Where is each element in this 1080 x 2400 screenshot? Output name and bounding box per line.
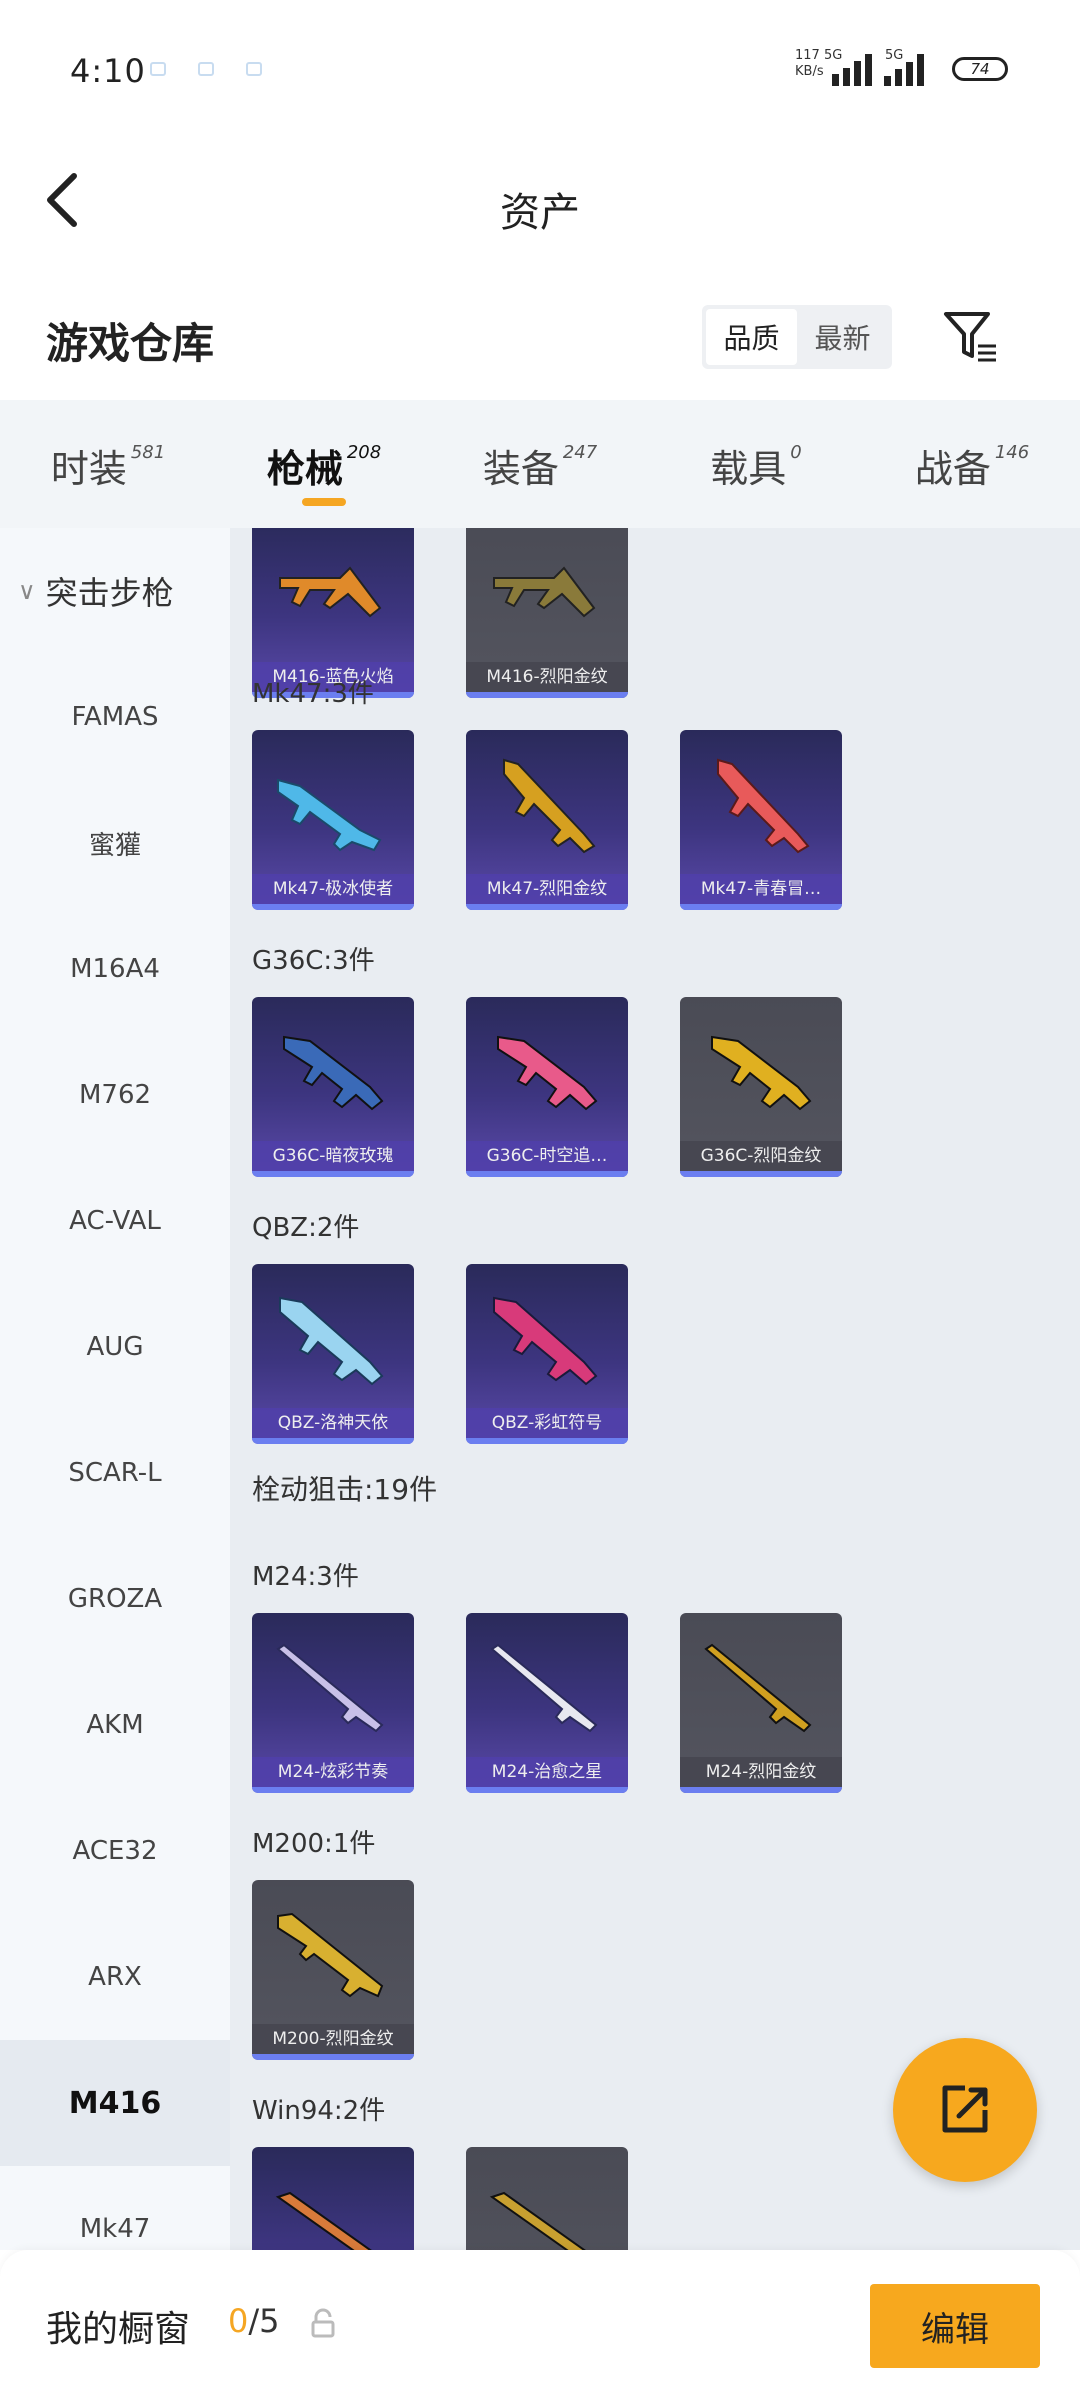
skin-card[interactable]: G36C-烈阳金纹 <box>680 997 842 1177</box>
showcase-label: 我的橱窗 <box>46 2309 191 2350</box>
group-label: M200:1件 <box>252 1829 376 1859</box>
sort-toggle: 品质 最新 <box>702 305 892 369</box>
rifle-icon <box>497 1035 598 1111</box>
notification-icon <box>150 62 166 76</box>
skin-card[interactable]: Mk47-青春冒… <box>680 730 842 910</box>
tab-vehicles[interactable]: 载具 0 <box>648 400 864 528</box>
app-header: 资产 <box>0 140 1080 260</box>
rifle-icon <box>711 1035 812 1111</box>
rifle-icon <box>493 1296 598 1386</box>
skin-card[interactable]: Mk47-烈阳金纹 <box>466 730 628 910</box>
sidebar-item[interactable]: M762 <box>0 1032 230 1158</box>
notification-icon <box>246 62 262 76</box>
share-button[interactable] <box>893 2038 1037 2182</box>
skin-card[interactable]: QBZ-彩虹符号 <box>466 1264 628 1444</box>
notification-icon <box>198 62 214 76</box>
skin-card[interactable]: M24-烈阳金纹 <box>680 1613 842 1793</box>
sidebar-item[interactable]: AC-VAL <box>0 1158 230 1284</box>
group-label: Mk47:3件 <box>252 679 374 709</box>
sidebar-item[interactable]: AKM <box>0 1662 230 1788</box>
sidebar-item[interactable]: ARX <box>0 1914 230 2040</box>
sidebar-item-active[interactable]: M416 <box>0 2040 230 2166</box>
showcase-bar: 我的橱窗 0/5 编辑 <box>0 2250 1080 2400</box>
sort-option-quality[interactable]: 品质 <box>706 309 797 365</box>
tab-supplies[interactable]: 战备 146 <box>864 400 1080 528</box>
sniper-rifle-icon <box>277 1912 384 1998</box>
filter-button[interactable] <box>940 308 1000 368</box>
rifle-icon <box>279 566 382 618</box>
sniper-rifle-icon <box>490 1643 598 1733</box>
rifle-icon <box>717 758 810 854</box>
weapon-type-sidebar: ∨ 突击步枪 FAMAS 蜜獾 M16A4 M762 AC-VAL AUG SC… <box>0 528 230 2250</box>
skin-card[interactable]: G36C-暗夜玫瑰 <box>252 997 414 1177</box>
tab-fashion[interactable]: 时装 581 <box>0 400 216 528</box>
share-export-icon <box>942 2085 988 2133</box>
rifle-icon <box>489 2191 586 2250</box>
category-tabs: 时装 581 枪械 208 装备 247 载具 0 战备 146 <box>0 400 1080 528</box>
sidebar-item[interactable]: 蜜獾 <box>0 780 230 906</box>
chevron-down-icon: ∨ <box>18 577 36 605</box>
group-label: M24:3件 <box>252 1562 359 1592</box>
sidebar-item[interactable]: GROZA <box>0 1536 230 1662</box>
skin-grid: M416-蓝色火焰 M416-烈阳金纹 Mk47:3件 Mk47-极冰使者 Mk… <box>230 528 1080 2250</box>
rifle-icon <box>279 1296 384 1386</box>
status-bar: 4:10 117 5G KB/s 5G 74 <box>0 0 1080 140</box>
filter-icon <box>944 312 996 362</box>
signal-icon <box>832 52 872 86</box>
group-label: QBZ:2件 <box>252 1213 360 1243</box>
skin-card[interactable]: M200-烈阳金纹 <box>252 1880 414 2060</box>
skin-card[interactable]: G36C-时空追… <box>466 997 628 1177</box>
skin-card[interactable]: QBZ-洛神天依 <box>252 1264 414 1444</box>
rifle-icon <box>503 758 596 854</box>
status-time: 4:10 <box>70 52 146 90</box>
tab-active-indicator <box>302 498 346 506</box>
rifle-icon <box>283 1035 384 1111</box>
sidebar-item[interactable]: ACE32 <box>0 1788 230 1914</box>
rifle-icon <box>493 566 596 618</box>
lock-icon <box>311 2308 335 2338</box>
sidebar-item[interactable]: FAMAS <box>0 654 230 780</box>
skin-card[interactable] <box>466 2147 628 2250</box>
skin-card[interactable] <box>252 2147 414 2250</box>
sniper-rifle-icon <box>704 1643 812 1733</box>
page-title: 资产 <box>500 190 580 236</box>
skin-card[interactable]: M24-炫彩节奏 <box>252 1613 414 1793</box>
battery-icon: 74 <box>952 57 1008 81</box>
category-label: 栓动狙击:19件 <box>252 1473 438 1506</box>
sniper-rifle-icon <box>276 1643 384 1733</box>
skin-card[interactable]: M416-烈阳金纹 <box>466 528 628 698</box>
tab-equipment[interactable]: 装备 247 <box>432 400 648 528</box>
sidebar-item[interactable]: AUG <box>0 1284 230 1410</box>
section-title: 游戏仓库 <box>46 319 215 368</box>
rifle-icon <box>275 2191 372 2250</box>
rifle-icon <box>277 778 382 852</box>
edit-button[interactable]: 编辑 <box>870 2284 1040 2368</box>
skin-card[interactable]: M24-治愈之星 <box>466 1613 628 1793</box>
sidebar-group-assault-rifles[interactable]: ∨ 突击步枪 <box>0 528 230 654</box>
tab-weapons[interactable]: 枪械 208 <box>216 400 432 528</box>
sidebar-item[interactable]: SCAR-L <box>0 1410 230 1536</box>
sidebar-item[interactable]: M16A4 <box>0 906 230 1032</box>
skin-card[interactable]: Mk47-极冰使者 <box>252 730 414 910</box>
sort-option-newest[interactable]: 最新 <box>797 309 888 365</box>
group-label: Win94:2件 <box>252 2096 386 2126</box>
showcase-count: 0/5 <box>228 2302 280 2340</box>
group-label: G36C:3件 <box>252 946 375 976</box>
sidebar-item[interactable]: Mk47 <box>0 2166 230 2250</box>
signal-icon <box>884 52 924 86</box>
